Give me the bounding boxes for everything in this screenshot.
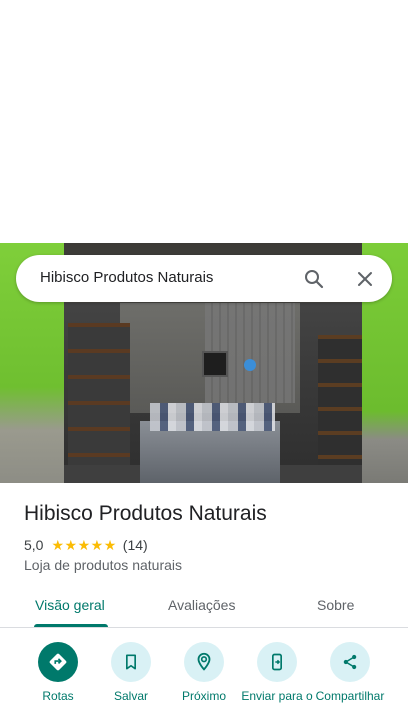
close-icon[interactable] [353,267,377,291]
search-bar[interactable]: Hibisco Produtos Naturais [16,255,392,302]
star-rating: ★ ★ ★ ★ ★ [51,538,116,552]
directions-label: Rotas [42,689,74,703]
nearby-label: Próximo [181,689,226,703]
directions-icon [38,642,78,682]
star-icon: ★ [64,537,78,553]
active-tab-indicator [34,624,108,627]
send-to-phone-button[interactable]: Enviar para o [237,642,317,703]
place-category: Loja de produtos naturais [24,557,182,573]
place-title: Hibisco Produtos Naturais [24,502,267,525]
nearby-button[interactable]: Próximo [164,642,244,703]
save-label: Salvar [113,689,148,703]
directions-button[interactable]: Rotas [18,642,98,703]
share-button[interactable]: Compartilhar [310,642,390,703]
save-button[interactable]: Salvar [91,642,171,703]
review-count[interactable]: (14) [123,537,148,553]
share-label: Compartilhar [315,689,385,703]
tab-overview[interactable]: Visão geral [35,597,105,613]
star-icon: ★ [103,537,117,553]
send-to-phone-label: Enviar para o [241,689,313,703]
search-icon[interactable] [302,267,326,291]
rating-row[interactable]: 5,0 ★ ★ ★ ★ ★ (14) [24,536,148,554]
rating-value: 5,0 [24,537,44,553]
star-icon: ★ [51,537,65,553]
nearby-icon [184,642,224,682]
tab-about[interactable]: Sobre [317,597,354,613]
map-area [0,0,408,243]
tab-bar: Visão geral Avaliações Sobre [0,586,408,628]
bookmark-icon [111,642,151,682]
tab-reviews[interactable]: Avaliações [168,597,235,613]
share-icon [330,642,370,682]
send-to-phone-icon [257,642,297,682]
search-input[interactable]: Hibisco Produtos Naturais [40,269,213,286]
star-icon: ★ [90,537,104,553]
star-icon: ★ [77,537,91,553]
